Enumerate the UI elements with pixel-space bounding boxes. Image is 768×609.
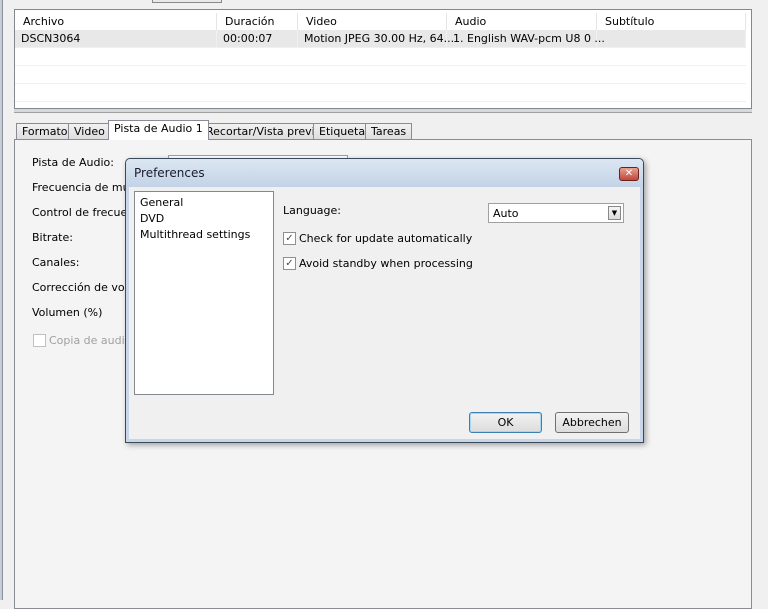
checkmark-icon[interactable]: ✓: [283, 232, 296, 245]
avoid-standby-label: Avoid standby when processing: [299, 257, 473, 270]
language-select[interactable]: Auto ▼: [488, 203, 624, 223]
close-icon[interactable]: ✕: [619, 167, 639, 181]
label-control-frecuencia: Control de frecuenc: [32, 206, 141, 219]
cell-archivo: DSCN3064: [15, 30, 217, 48]
check-update-checkbox[interactable]: ✓ Check for update automatically: [283, 232, 472, 245]
cell-duracion: 00:00:07: [217, 30, 298, 48]
column-header-video[interactable]: Video: [298, 13, 447, 31]
cell-audio: 1. English WAV-pcm U8 0 ...: [447, 30, 605, 48]
avoid-standby-checkbox[interactable]: ✓ Avoid standby when processing: [283, 257, 473, 270]
checkmark-icon[interactable]: ✓: [283, 257, 296, 270]
tab-tareas[interactable]: Tareas: [365, 123, 413, 140]
dialog-body: General DVD Multithread settings Languag…: [126, 187, 643, 442]
toolbar-button-partial[interactable]: [152, 0, 222, 3]
window-left-border: [0, 0, 3, 600]
table-row[interactable]: DSCN3064 00:00:07 Motion JPEG 30.00 Hz, …: [15, 30, 746, 48]
file-table: Archivo Duración Video Audio Subtítulo D…: [14, 9, 752, 109]
ok-button[interactable]: OK: [469, 412, 542, 433]
category-list[interactable]: General DVD Multithread settings: [134, 191, 274, 395]
copia-audio-label: Copia de audio: [49, 334, 132, 347]
label-canales: Canales:: [32, 256, 80, 269]
check-update-label: Check for update automatically: [299, 232, 473, 245]
tab-video[interactable]: Video: [68, 123, 111, 140]
label-pista-de-audio: Pista de Audio:: [32, 156, 114, 169]
tab-formato[interactable]: Formato: [16, 123, 74, 140]
category-dvd[interactable]: DVD: [140, 211, 268, 227]
tab-recortar-vista-previa[interactable]: Recortar/Vista previa: [200, 123, 328, 140]
category-multithread[interactable]: Multithread settings: [140, 227, 268, 243]
dialog-title: Preferences: [134, 166, 205, 180]
chevron-down-icon[interactable]: ▼: [608, 206, 621, 220]
checkbox-box[interactable]: [33, 334, 46, 347]
cancel-button[interactable]: Abbrechen: [555, 412, 629, 433]
cell-video: Motion JPEG 30.00 Hz, 64...: [298, 30, 454, 48]
empty-row: [15, 66, 746, 84]
splitter[interactable]: [14, 109, 752, 113]
label-volumen: Volumen (%): [32, 306, 103, 319]
dialog-title-bar[interactable]: Preferences ✕: [126, 159, 643, 187]
cell-subtitulo: [597, 30, 746, 48]
category-general[interactable]: General: [140, 195, 268, 211]
empty-row: [15, 84, 746, 102]
empty-row: [15, 48, 746, 66]
column-header-audio[interactable]: Audio: [447, 13, 597, 31]
column-header-archivo[interactable]: Archivo: [15, 13, 217, 31]
label-bitrate: Bitrate:: [32, 231, 73, 244]
language-label: Language:: [283, 204, 341, 217]
language-value: Auto: [493, 207, 519, 220]
preferences-dialog: Preferences ✕ General DVD Multithread se…: [125, 158, 644, 443]
copia-audio-checkbox[interactable]: Copia de audio: [33, 334, 131, 347]
column-header-subtitulo[interactable]: Subtítulo: [597, 13, 746, 31]
column-header-duracion[interactable]: Duración: [217, 13, 298, 31]
tab-etiqueta[interactable]: Etiqueta: [313, 123, 372, 140]
tab-pista-de-audio-1[interactable]: Pista de Audio 1: [108, 120, 209, 140]
